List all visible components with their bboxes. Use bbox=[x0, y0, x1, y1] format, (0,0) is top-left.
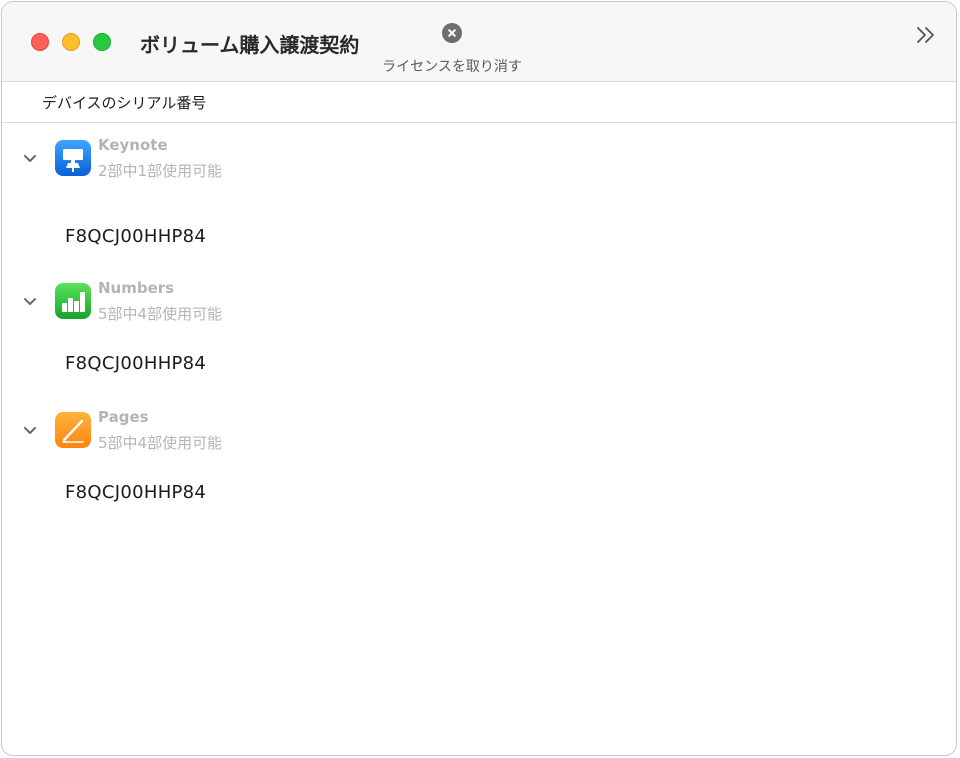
numbers-app-icon bbox=[55, 283, 91, 319]
device-serial-row[interactable]: F8QCJ00HHP84 bbox=[65, 353, 206, 374]
device-serial-row[interactable]: F8QCJ00HHP84 bbox=[65, 482, 206, 503]
chevron-down-icon bbox=[24, 155, 36, 162]
zoom-window-button[interactable] bbox=[93, 33, 111, 51]
license-availability: 5部中4部使用可能 bbox=[98, 434, 223, 452]
minimize-window-button[interactable] bbox=[62, 33, 80, 51]
title-bar: ボリューム購入譲渡契約 ライセンスを取り消す bbox=[2, 2, 956, 82]
disclosure-chevron-pages[interactable] bbox=[22, 422, 38, 434]
column-header-row: デバイスのシリアル番号 bbox=[2, 82, 956, 123]
disclosure-chevron-numbers[interactable] bbox=[22, 293, 38, 305]
app-window: ボリューム購入譲渡契約 ライセンスを取り消す デバイスのシリアル番号 Keyno… bbox=[1, 1, 957, 756]
revoke-license-label: ライセンスを取り消す bbox=[382, 58, 522, 74]
chevron-down-icon bbox=[24, 298, 36, 305]
window-title: ボリューム購入譲渡契約 bbox=[140, 33, 360, 57]
keynote-app-icon bbox=[55, 140, 91, 176]
disclosure-chevron-keynote[interactable] bbox=[22, 150, 38, 162]
app-name: Numbers bbox=[98, 279, 175, 297]
close-window-button[interactable] bbox=[31, 33, 49, 51]
pages-app-icon bbox=[55, 412, 91, 448]
license-availability: 5部中4部使用可能 bbox=[98, 305, 223, 323]
app-name: Keynote bbox=[98, 136, 168, 154]
serial-number-column-header: デバイスのシリアル番号 bbox=[42, 94, 207, 112]
revoke-license-button[interactable]: ライセンスを取り消す bbox=[362, 22, 542, 78]
chevron-down-icon bbox=[24, 427, 36, 434]
device-serial-row[interactable]: F8QCJ00HHP84 bbox=[65, 226, 206, 247]
license-availability: 2部中1部使用可能 bbox=[98, 162, 223, 180]
x-circle-icon bbox=[442, 23, 462, 43]
toolbar-overflow-button[interactable] bbox=[914, 24, 940, 48]
app-name: Pages bbox=[98, 408, 149, 426]
double-chevron-right-icon bbox=[917, 27, 934, 43]
